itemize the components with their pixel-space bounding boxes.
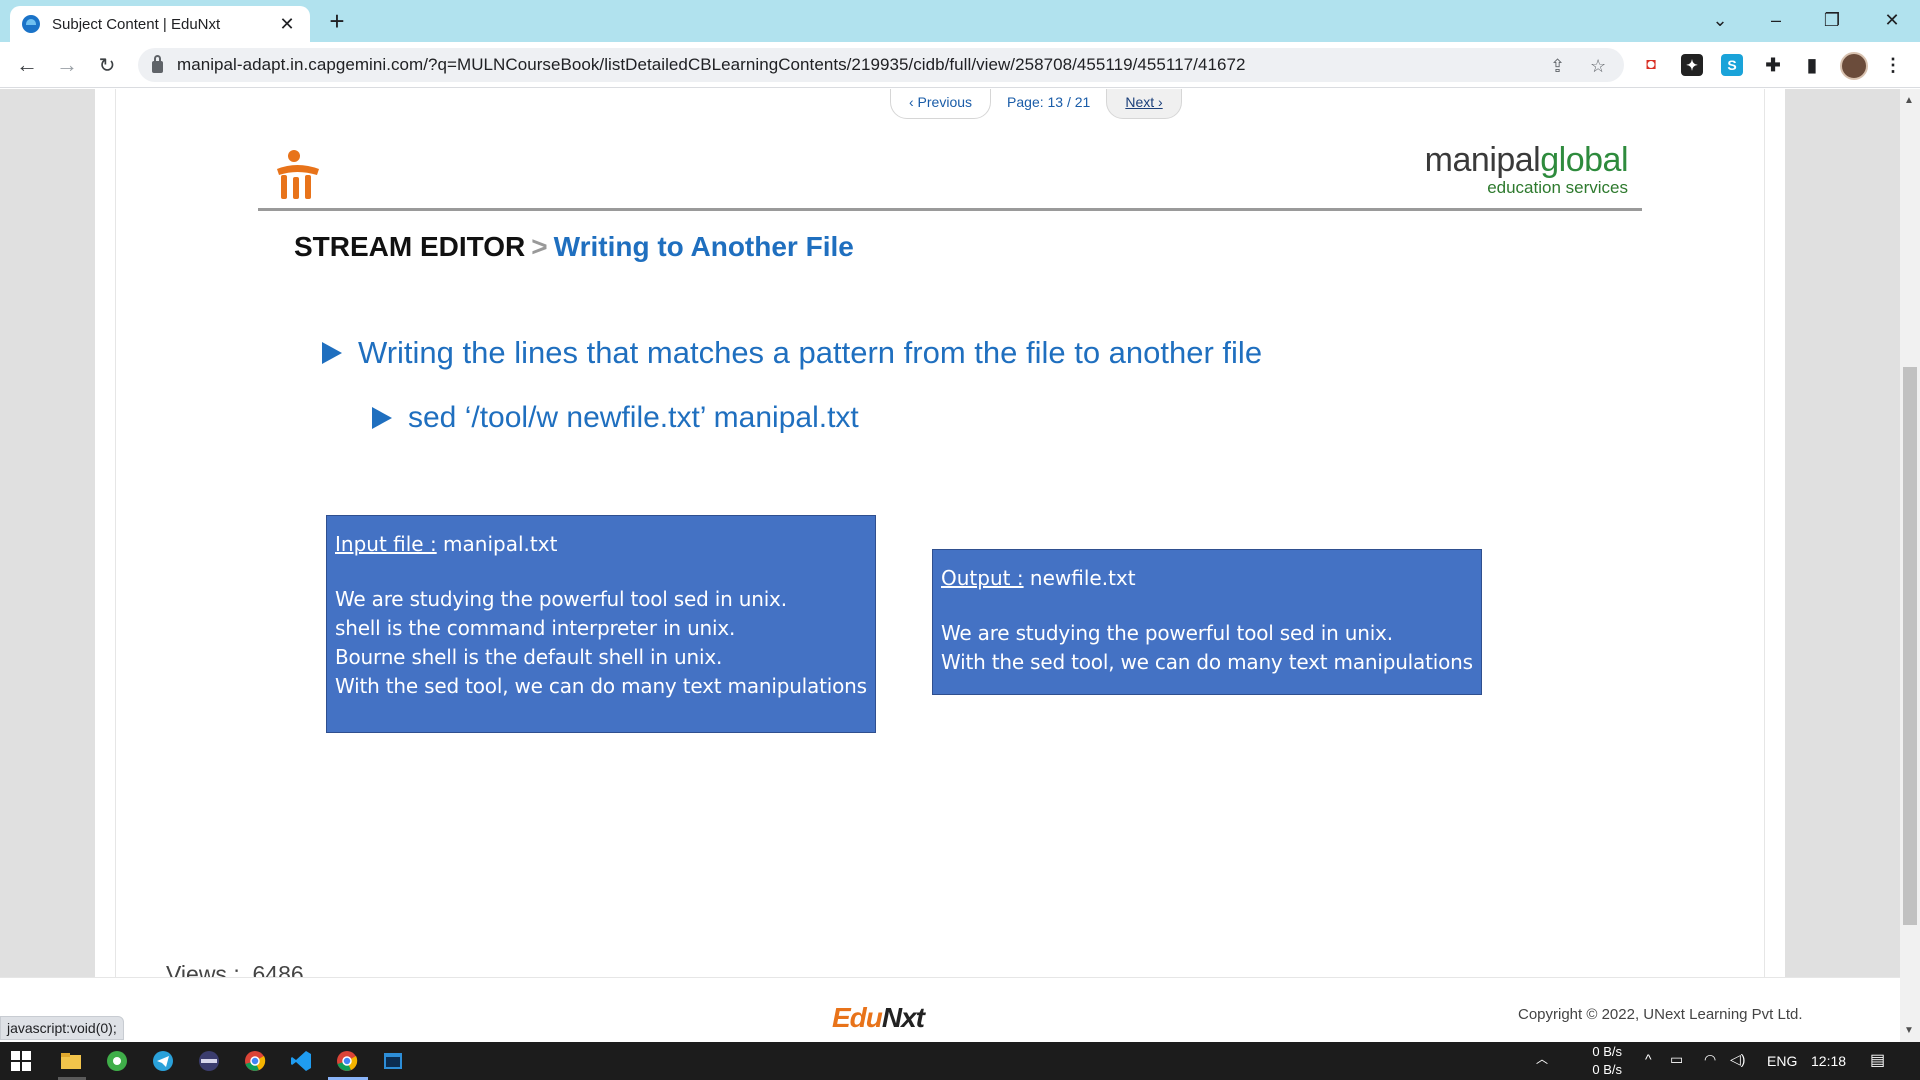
input-box-filename: manipal.txt [436, 532, 558, 556]
input-line: We are studying the powerful tool sed in… [335, 587, 787, 611]
s-extension-icon[interactable]: S [1721, 54, 1743, 76]
bullet-arrow-icon [322, 342, 342, 364]
tab-title: Subject Content | EduNxt [52, 15, 221, 33]
back-button[interactable]: ← [12, 50, 42, 80]
language-indicator[interactable]: ENG [1767, 1053, 1797, 1069]
slide-title: STREAM EDITOR > Writing to Another File [294, 231, 854, 263]
brand-main-1: manipal [1424, 141, 1541, 179]
vscode-icon[interactable] [288, 1048, 314, 1074]
views-count: 6486 [252, 961, 304, 977]
edunxt-logo-part-1: Edu [832, 1002, 883, 1033]
brand-subtitle: education services [1487, 178, 1628, 197]
wifi-icon[interactable]: ◠ [1704, 1051, 1716, 1068]
views-label: Views : [166, 961, 240, 977]
sub-bullet-text: sed ‘/tool/w newfile.txt’ manipal.txt [408, 401, 859, 434]
extension-icon[interactable]: ✦ [1681, 54, 1703, 76]
bullet-text: Writing the lines that matches a pattern… [358, 335, 1263, 370]
input-line: Bourne shell is the default shell in uni… [335, 645, 723, 669]
scrollbar-thumb[interactable] [1903, 367, 1917, 925]
clock-time[interactable]: 12:18 [1811, 1053, 1846, 1069]
file-explorer-icon[interactable] [58, 1048, 84, 1074]
brand-main-2: global [1540, 141, 1628, 179]
views-counter: Views : 6486 [166, 961, 304, 977]
input-line: shell is the command interpreter in unix… [335, 616, 736, 640]
extensions-puzzle-icon[interactable]: ✚ [1762, 54, 1784, 76]
app-green-icon[interactable] [104, 1048, 130, 1074]
output-box-filename: newfile.txt [1023, 566, 1136, 590]
edunxt-logo: EduNxt [832, 1002, 925, 1034]
page-footer: EduNxt Copyright © 2022, UNext Learning … [0, 977, 1900, 1042]
input-box-label: Input file : [335, 532, 437, 556]
output-line: We are studying the powerful tool sed in… [941, 621, 1393, 645]
previous-button[interactable]: ‹ Previous [890, 89, 992, 119]
windows-taskbar: ︿ 0 B/s 0 B/s ^ ▭ ◠ ◁) ENG 12:18 ▤ [0, 1042, 1920, 1080]
lock-icon[interactable] [152, 55, 163, 73]
new-tab-button[interactable]: + [322, 6, 352, 36]
slide-title-sub: Writing to Another File [553, 231, 854, 262]
share-icon[interactable]: ⇪ [1550, 56, 1565, 77]
net-upload-speed: 0 B/s [1592, 1044, 1622, 1059]
profile-avatar[interactable] [1840, 52, 1868, 80]
manipal-global-logo: manipalglobal education services [1380, 141, 1629, 198]
tray-overflow-icon[interactable]: ︿ [1536, 1050, 1548, 1067]
windows-start-icon[interactable] [8, 1048, 34, 1074]
sub-bullet-item: sed ‘/tool/w newfile.txt’ manipal.txt [372, 401, 859, 435]
output-box-label: Output : [941, 566, 1024, 590]
show-hidden-icons-icon[interactable]: ^ [1645, 1051, 1652, 1067]
chrome-icon[interactable] [242, 1048, 268, 1074]
page-viewport: ‹ Previous Page: 13 / 21 Next › manipalg… [0, 89, 1900, 977]
page-scrollbar[interactable]: ▲ ▼ [1900, 89, 1920, 1042]
browser-toolbar: ← → ↻ manipal-adapt.in.capgemini.com/?q=… [0, 42, 1920, 88]
close-window-button[interactable]: ✕ [1864, 0, 1920, 40]
app-window-icon[interactable] [380, 1048, 406, 1074]
slide-title-main: STREAM EDITOR [294, 231, 526, 262]
browser-tab[interactable]: Subject Content | EduNxt ✕ [10, 6, 310, 42]
edunxt-logo-part-2: Nxt [881, 1002, 925, 1033]
net-download-speed: 0 B/s [1592, 1062, 1622, 1077]
app-orb-icon[interactable] [196, 1048, 222, 1074]
manipal-logo-icon [277, 150, 319, 199]
scroll-up-arrow-icon[interactable]: ▲ [1904, 95, 1914, 106]
slide-title-separator: > [531, 231, 548, 262]
close-tab-icon[interactable]: ✕ [276, 14, 298, 35]
browser-tab-strip: Subject Content | EduNxt ✕ + ⌄ – ❐ ✕ [0, 0, 1920, 42]
pocket-extension-icon[interactable]: ◘ [1640, 54, 1662, 76]
edunxt-favicon-icon [22, 15, 40, 33]
input-line: With the sed tool, we can do many text m… [335, 674, 867, 698]
output-line: With the sed tool, we can do many text m… [941, 650, 1473, 674]
slide-pager: ‹ Previous Page: 13 / 21 Next › [890, 89, 1182, 119]
copyright-text: Copyright © 2022, UNext Learning Pvt Ltd… [1518, 1006, 1803, 1023]
telegram-icon[interactable] [150, 1048, 176, 1074]
menu-kebab-icon[interactable]: ⋮ [1882, 54, 1904, 76]
volume-icon[interactable]: ◁) [1730, 1051, 1745, 1068]
page-indicator: Page: 13 / 21 [1007, 94, 1091, 110]
side-panel-icon[interactable]: ▮ [1801, 54, 1823, 76]
output-box-heading: Output : newfile.txt [941, 564, 1473, 593]
restore-button[interactable]: ❐ [1804, 0, 1860, 40]
battery-icon[interactable]: ▭ [1670, 1051, 1683, 1068]
minimize-button[interactable]: – [1748, 0, 1804, 40]
forward-button[interactable]: → [52, 50, 82, 80]
chrome-active-icon[interactable] [334, 1048, 360, 1074]
input-file-box: Input file : manipal.txt We are studying… [326, 515, 876, 733]
bullet-item: Writing the lines that matches a pattern… [322, 335, 1262, 371]
bookmark-star-icon[interactable]: ☆ [1590, 56, 1606, 77]
reload-button[interactable]: ↻ [92, 50, 122, 80]
output-file-box: Output : newfile.txt We are studying the… [932, 549, 1482, 695]
header-divider [258, 208, 1642, 211]
tab-search-chevron-icon[interactable]: ⌄ [1692, 0, 1748, 40]
address-bar[interactable]: manipal-adapt.in.capgemini.com/?q=MULNCo… [138, 48, 1624, 82]
input-box-heading: Input file : manipal.txt [335, 530, 867, 559]
next-button[interactable]: Next › [1106, 89, 1182, 119]
url-text: manipal-adapt.in.capgemini.com/?q=MULNCo… [177, 55, 1246, 74]
scroll-down-arrow-icon[interactable]: ▼ [1904, 1025, 1914, 1036]
status-bar-url: javascript:void(0); [0, 1016, 124, 1040]
notifications-icon[interactable]: ▤ [1870, 1050, 1885, 1070]
bullet-arrow-icon [372, 407, 392, 429]
